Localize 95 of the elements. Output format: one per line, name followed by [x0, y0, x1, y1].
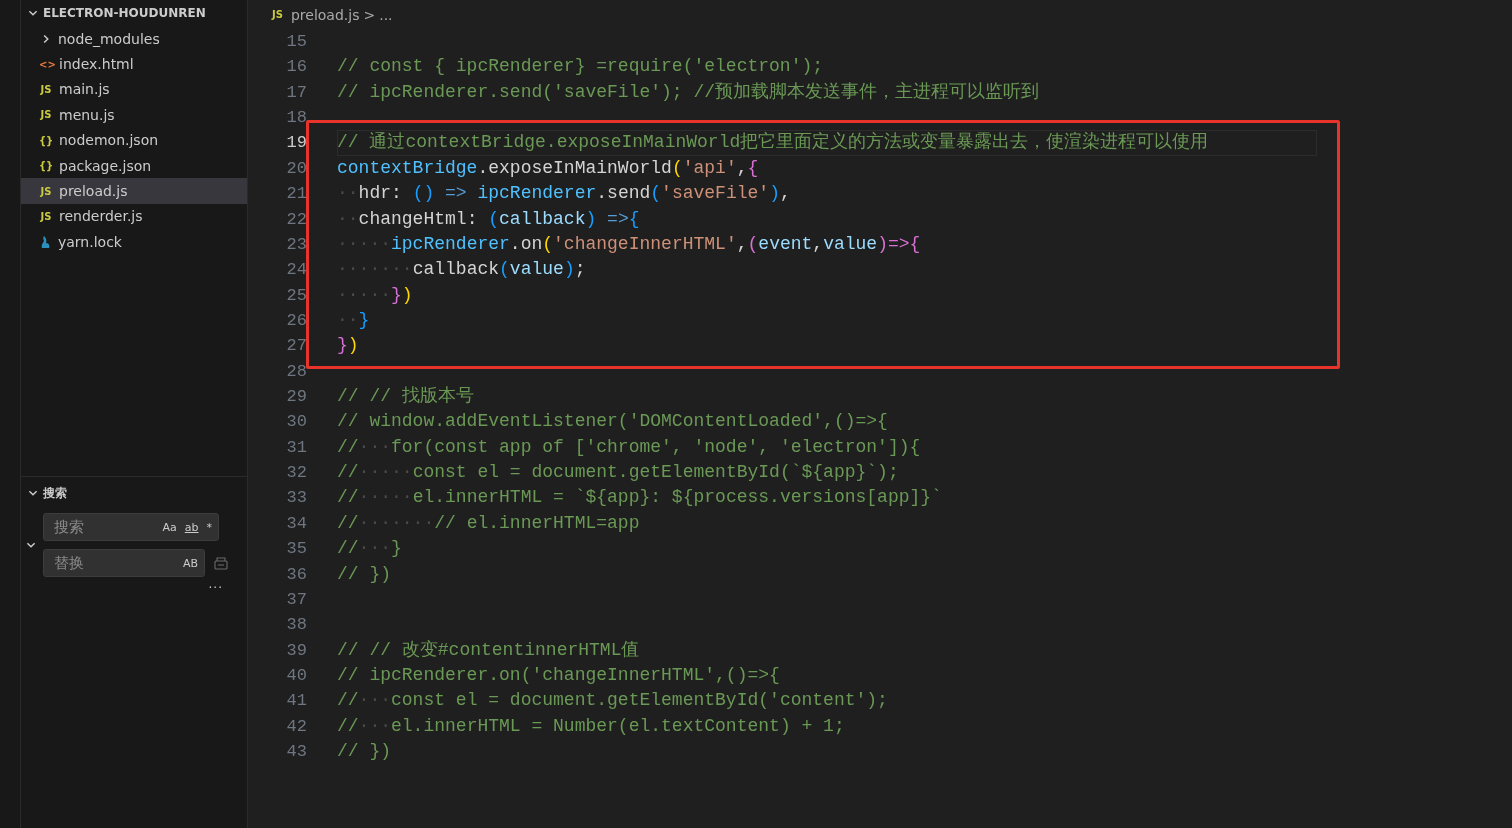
search-option[interactable]: ab: [184, 520, 199, 534]
file-type-icon: JS: [39, 109, 53, 121]
folder-title: ELECTRON-HOUDUNREN: [43, 6, 206, 20]
code-line: contextBridge.exposeInMainWorld('api',{: [337, 157, 759, 178]
code-line: // window.addEventListener('DOMContentLoaded',()=>{: [337, 411, 888, 432]
code-line: //···for(const app of ['chrome', 'node', 'electron']){: [337, 436, 921, 457]
code-line: //···const el = document.getElementById('content');: [337, 690, 888, 711]
code-line: // // 改变#contentinnerHTML值: [337, 639, 640, 660]
line-number: 37: [285, 588, 307, 611]
preserve-case-option[interactable]: AB: [182, 556, 198, 570]
file-item[interactable]: JS renderder.js: [21, 203, 247, 230]
file-name: menu.js: [59, 106, 115, 123]
search-header[interactable]: 搜索: [21, 480, 247, 506]
file-name: nodemon.json: [59, 132, 159, 149]
file-type-icon: {}: [39, 134, 53, 146]
replace-field[interactable]: 替换 AB: [43, 549, 205, 577]
file-name: index.html: [59, 56, 134, 73]
line-number: 28: [285, 360, 307, 383]
line-number: 33: [285, 487, 307, 510]
code-line: ·····}): [337, 284, 413, 305]
line-number: 30: [285, 411, 307, 434]
file-type-icon: JS: [39, 210, 53, 222]
line-number: 22: [285, 208, 307, 231]
file-item[interactable]: JS main.js: [21, 76, 247, 103]
line-number: 39: [285, 639, 307, 662]
file-name: renderder.js: [59, 208, 143, 225]
file-item[interactable]: yarn.lock: [21, 229, 247, 255]
search-option[interactable]: Aa: [162, 520, 177, 534]
file-item[interactable]: {} nodemon.json: [21, 127, 247, 153]
code-line: // 通过contextBridge.exposeInMainWorld把它里面定义的方法或变量暴露出去，使渲染进程可以使用: [337, 132, 1209, 153]
file-name: node_modules: [58, 30, 160, 47]
code-line: ··}: [337, 309, 370, 330]
file-type-icon: JS: [272, 9, 283, 20]
code-line: ·······callback(value);: [337, 259, 586, 280]
breadcrumb-symbol[interactable]: ...: [379, 6, 393, 23]
line-number: 32: [285, 462, 307, 485]
code-line: ··changeHtml: (callback) =>{: [337, 208, 640, 229]
line-number: 40: [285, 665, 307, 687]
line-number: 35: [285, 538, 307, 561]
file-item[interactable]: {} package.json: [21, 152, 247, 179]
line-number: 23: [285, 233, 307, 256]
code-line: //···}: [337, 538, 402, 559]
code-line: //···el.innerHTML = Number(el.textContent) + 1;: [337, 715, 845, 736]
breadcrumb-file[interactable]: preload.js: [290, 6, 360, 23]
code-line: ·····ipcRenderer.on('changeInnerHTML',(event,value)=>{: [337, 233, 921, 254]
file-item[interactable]: node_modules: [21, 26, 247, 52]
code-line: //·······// el.innerHTML=app: [337, 512, 640, 533]
code-line: ··hdr: () => ipcRenderer.send('saveFile'),: [337, 183, 791, 204]
file-name: yarn.lock: [58, 233, 122, 250]
file-item[interactable]: JS preload.js: [21, 178, 247, 204]
line-number: 29: [285, 386, 307, 409]
file-name: package.json: [59, 157, 152, 174]
line-number: 38: [285, 614, 307, 637]
line-number: 43: [285, 741, 307, 764]
line-number: 18: [285, 107, 307, 130]
breadcrumb-separator: >: [363, 6, 376, 23]
line-number: 41: [285, 690, 307, 713]
line-number: 34: [285, 512, 307, 535]
code-line: //·····el.innerHTML = `${app}: ${process.versions[app]}`: [337, 487, 942, 508]
line-number: 17: [285, 81, 307, 104]
file-type-icon: JS: [39, 185, 53, 197]
code-line: //·····const el = document.getElementById(`${app}`);: [337, 462, 899, 483]
file-name: main.js: [59, 81, 110, 98]
yarn-icon: [40, 234, 52, 249]
search-field[interactable]: 搜索 Aa ab *: [43, 513, 219, 541]
line-number: 42: [285, 715, 307, 738]
line-number: 24: [285, 259, 307, 282]
file-item[interactable]: <> index.html: [21, 51, 247, 77]
code-line: // ipcRenderer.send('saveFile'); //预加载脚本发送事件，主进程可以监听到: [337, 81, 1040, 102]
line-number: 36: [285, 563, 307, 586]
search-title: 搜索: [43, 484, 67, 502]
file-item[interactable]: JS menu.js: [21, 102, 247, 128]
line-number: 27: [285, 335, 307, 358]
more-options[interactable]: ···: [208, 581, 223, 595]
line-number: 15: [285, 31, 307, 53]
file-type-icon: {}: [39, 160, 53, 172]
search-option[interactable]: *: [206, 520, 212, 534]
code-line: // // 找版本号: [337, 386, 474, 407]
code-line: // }): [337, 563, 391, 584]
file-type-icon: JS: [39, 83, 53, 95]
code-line: }): [337, 335, 359, 356]
code-line: // }): [337, 741, 391, 762]
file-type-icon: <>: [39, 58, 53, 70]
file-name: preload.js: [59, 183, 128, 200]
code-line: // ipcRenderer.on('changeInnerHTML',()=>{: [337, 665, 780, 685]
line-number: 21: [285, 183, 307, 206]
line-number: 20: [285, 157, 307, 180]
line-number: 25: [285, 284, 307, 307]
code-line: // const { ipcRenderer} =require('electron');: [337, 56, 824, 77]
replace-all-icon[interactable]: [213, 555, 229, 571]
explorer-root[interactable]: ELECTRON-HOUDUNREN: [21, 0, 247, 26]
line-number: 26: [285, 309, 307, 332]
line-number: 19: [285, 132, 307, 155]
line-number: 16: [285, 56, 307, 79]
line-number: 31: [285, 436, 307, 459]
